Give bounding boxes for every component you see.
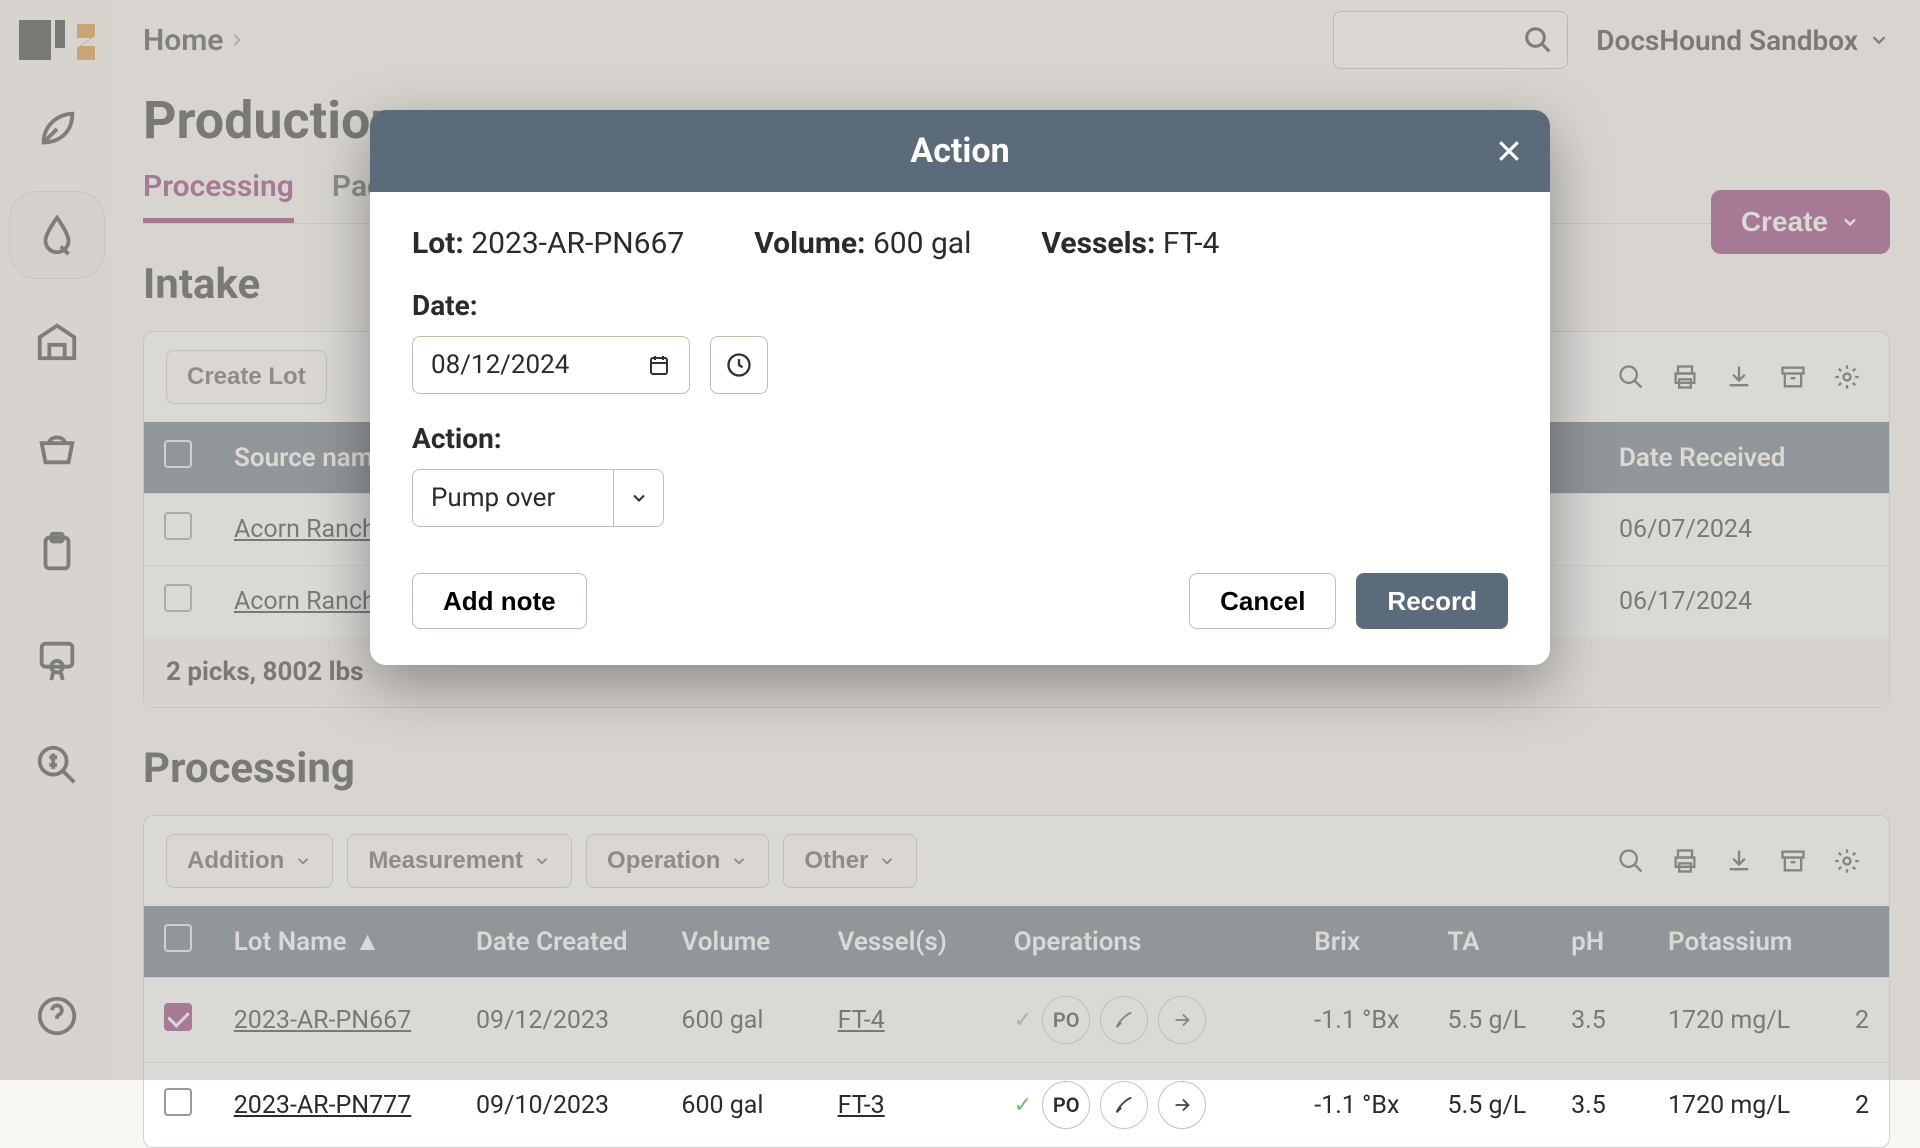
record-button[interactable]: Record [1356, 573, 1508, 629]
modal-overlay[interactable]: Action Lot: 2023-AR-PN667 Volume: 600 ga… [0, 0, 1920, 1080]
cancel-button[interactable]: Cancel [1189, 573, 1336, 629]
brush-icon [1113, 1094, 1135, 1116]
vessel-link[interactable]: FT-3 [838, 1091, 885, 1120]
lot-link[interactable]: 2023-AR-PN777 [234, 1091, 412, 1120]
operations-cell: ✓ PO [1014, 1081, 1274, 1129]
action-select-value: Pump over [413, 483, 613, 513]
vessels-label: Vessels: [1041, 226, 1155, 261]
op-arrow-button[interactable] [1158, 1081, 1206, 1129]
modal-body: Lot: 2023-AR-PN667 Volume: 600 gal Vesse… [370, 192, 1550, 553]
lot-value: 2023-AR-PN667 [471, 226, 684, 261]
vessels-value: FT-4 [1163, 226, 1220, 261]
modal-footer: Add note Cancel Record [370, 553, 1550, 665]
clock-icon [725, 351, 753, 379]
lot-label: Lot: [412, 226, 464, 261]
modal-header: Action [370, 110, 1550, 192]
action-select-caret[interactable] [613, 470, 663, 526]
close-icon [1494, 136, 1524, 166]
arrow-right-icon [1171, 1094, 1193, 1116]
action-modal: Action Lot: 2023-AR-PN667 Volume: 600 ga… [370, 110, 1550, 665]
check-icon: ✓ [1014, 1093, 1032, 1118]
date-value: 08/12/2024 [431, 350, 569, 380]
volume-value: 600 gal [873, 226, 971, 261]
action-select[interactable]: Pump over [412, 469, 664, 527]
date-label: Date: [412, 289, 1508, 322]
chevron-down-icon [629, 488, 649, 508]
calendar-icon [647, 353, 671, 377]
add-note-button[interactable]: Add note [412, 573, 587, 629]
date-input[interactable]: 08/12/2024 [412, 336, 690, 394]
row-checkbox[interactable] [164, 1088, 192, 1116]
action-label: Action: [412, 422, 1508, 455]
op-code-pill[interactable]: PO [1042, 1081, 1090, 1129]
modal-title: Action [910, 131, 1009, 171]
time-button[interactable] [710, 336, 768, 394]
volume-label: Volume: [754, 226, 865, 261]
modal-close-button[interactable] [1490, 132, 1528, 170]
modal-info-row: Lot: 2023-AR-PN667 Volume: 600 gal Vesse… [412, 226, 1508, 261]
op-brush-button[interactable] [1100, 1081, 1148, 1129]
